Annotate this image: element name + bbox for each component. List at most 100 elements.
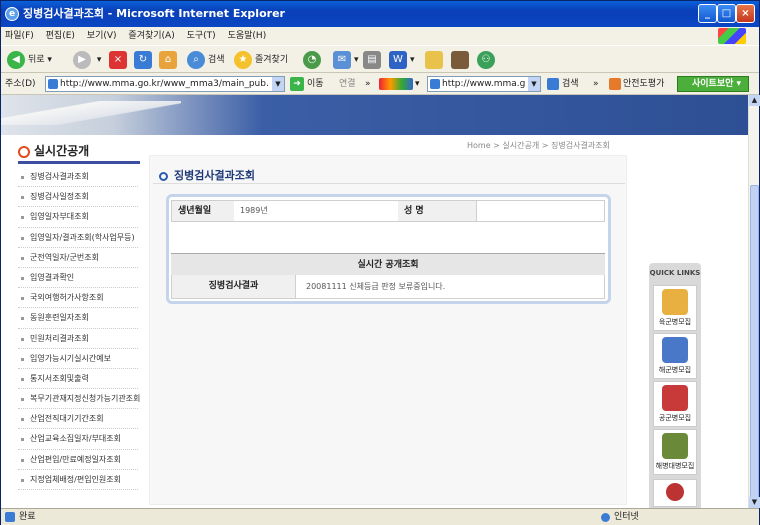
- scroll-thumb[interactable]: [750, 185, 759, 515]
- chevron-down-icon[interactable]: ▼: [528, 77, 540, 91]
- toolbar: ◀ 뒤로 ▾ ▶ ▾ × ↻ ⌂ ⌕ 검색 ★ 즐겨찾기 ◔ ✉ ▾ ▤ W ▾ ⚇: [1, 45, 759, 73]
- marines-mascot-icon: [662, 433, 688, 459]
- go-arrow-icon[interactable]: ➜: [290, 77, 304, 91]
- sidebar-item[interactable]: 민원처리결과조회: [18, 329, 138, 349]
- zone-text: 인터넷: [614, 512, 639, 522]
- sidebar-item[interactable]: 군전역일자/군번조회: [18, 248, 138, 268]
- quick-link-emblem[interactable]: [653, 479, 697, 507]
- airforce-mascot-icon: [662, 385, 688, 411]
- print-button[interactable]: ▤: [363, 50, 384, 70]
- word-icon: W: [389, 50, 407, 69]
- messenger-button[interactable]: ⚇: [477, 50, 498, 70]
- airplane-image: [1, 101, 181, 125]
- birth-value: 1989년: [240, 206, 268, 215]
- birth-label: 생년월일: [172, 201, 234, 221]
- star-icon: ★: [234, 50, 252, 69]
- menu-bar: 파일(F) 편집(E) 보기(V) 즐겨찾기(A) 도구(T) 도움말(H): [1, 27, 759, 45]
- menu-favorites[interactable]: 즐겨찾기(A): [128, 31, 174, 41]
- sidebar-item[interactable]: 징병검사일정조회: [18, 187, 138, 208]
- sidebar-item[interactable]: 산업교육소집일자/부대조회: [18, 429, 138, 450]
- address-input[interactable]: http://www.mma.go.kr/www_mma3/main_pub. ▼: [45, 76, 285, 92]
- print-icon: ▤: [363, 50, 381, 69]
- mail-button[interactable]: ✉ ▾: [333, 50, 359, 70]
- sidebar-item[interactable]: 지정업체배정/편입인원조회: [18, 470, 138, 490]
- menu-help[interactable]: 도움말(H): [228, 31, 267, 41]
- refresh-icon: ↻: [134, 50, 152, 69]
- globe-icon: [601, 513, 610, 522]
- second-address-input[interactable]: http://www.mma.g ▼: [427, 76, 541, 92]
- toolbar-dropdown-icon[interactable]: ▾: [415, 73, 420, 95]
- menu-tools[interactable]: 도구(T): [187, 31, 216, 41]
- close-button[interactable]: ×: [736, 4, 755, 23]
- forward-arrow-icon: ▶: [73, 50, 91, 69]
- sidebar-item[interactable]: 입영일자부대조회: [18, 207, 138, 228]
- quick-link-marines[interactable]: 해병대병모집: [653, 429, 697, 475]
- back-arrow-icon: ◀: [7, 50, 25, 69]
- quick-link-army[interactable]: 육군병모집: [653, 285, 697, 331]
- toolbar-search-button[interactable]: 검색: [562, 73, 579, 95]
- sidebar-item[interactable]: 입영결과확인: [18, 268, 138, 289]
- header-banner: [1, 95, 748, 135]
- toolbar-chevron[interactable]: »: [593, 73, 599, 95]
- refresh-button[interactable]: ↻: [134, 50, 155, 70]
- chevron-down-icon[interactable]: ▼: [272, 77, 284, 91]
- safety-rating-button[interactable]: 안전도평가: [623, 73, 664, 95]
- links-label[interactable]: 연결: [339, 73, 356, 95]
- browser-window: e 징병검사결과조회 - Microsoft Internet Explorer…: [0, 0, 760, 525]
- vertical-scrollbar[interactable]: ▲ ▼: [748, 95, 760, 515]
- menu-edit[interactable]: 편집(E): [46, 31, 75, 41]
- search-icon: ⌕: [187, 50, 205, 69]
- info-row: 생년월일 1989년 성 명: [171, 200, 605, 222]
- menu-file[interactable]: 파일(F): [5, 31, 34, 41]
- window-title: 징병검사결과조회 - Microsoft Internet Explorer: [23, 7, 285, 20]
- sidebar-item[interactable]: 입영일자/결과조회(학사업무등): [18, 228, 138, 248]
- go-button[interactable]: 이동: [307, 73, 324, 95]
- windows-logo-icon: [718, 28, 746, 44]
- address-label: 주소(D): [5, 79, 36, 89]
- sidebar-item[interactable]: 입영가능시기실시간예보: [18, 349, 138, 369]
- site-security-button[interactable]: 사이트보안 ▾: [677, 76, 749, 92]
- address-bar: 주소(D) http://www.mma.go.kr/www_mma3/main…: [1, 73, 759, 95]
- result-row: 징병검사결과 20081111 신체등급 판정 보류중입니다.: [171, 275, 605, 299]
- toolbar-logo-icon[interactable]: [379, 78, 413, 90]
- minimize-button[interactable]: _: [698, 4, 717, 23]
- sidebar-item[interactable]: 징병검사결과조회: [18, 167, 138, 188]
- status-text: 완료: [19, 512, 36, 522]
- research-button[interactable]: [451, 50, 472, 70]
- search-button[interactable]: ⌕ 검색: [187, 50, 225, 70]
- sidebar-item[interactable]: 통지서조회및출력: [18, 369, 138, 390]
- army-mascot-icon: [662, 289, 688, 315]
- links-chevron[interactable]: »: [365, 73, 371, 95]
- history-button[interactable]: ◔: [303, 50, 324, 70]
- messenger-icon: ⚇: [477, 50, 495, 69]
- back-button[interactable]: ◀ 뒤로 ▾: [7, 50, 52, 70]
- sidebar-item[interactable]: 동원훈련일자조회: [18, 308, 138, 329]
- search-icon[interactable]: [547, 78, 559, 90]
- book-icon: [451, 50, 469, 69]
- folder-button[interactable]: [425, 50, 446, 70]
- folder-icon: [425, 50, 443, 69]
- maximize-button[interactable]: □: [717, 4, 736, 23]
- forward-button[interactable]: ▶ ▾: [73, 50, 101, 70]
- history-icon: ◔: [303, 50, 321, 69]
- scroll-down-icon[interactable]: ▼: [749, 497, 760, 508]
- sidebar-item[interactable]: 산업편입/만료예정일자조회: [18, 450, 138, 470]
- sidebar-item[interactable]: 국외여행허가사항조회: [18, 288, 138, 309]
- page-title: 징병검사결과조회: [159, 167, 255, 183]
- sidebar-title: 실시간공개: [18, 142, 89, 159]
- breadcrumb[interactable]: Home > 실시간공개 > 징병검사결과조회: [467, 140, 610, 151]
- sidebar-item[interactable]: 산업전직대기기간조회: [18, 409, 138, 430]
- sidebar-menu: 징병검사결과조회 징병검사일정조회 입영일자부대조회 입영일자/결과조회(학사업…: [18, 167, 140, 490]
- result-label: 징병검사결과: [172, 275, 296, 298]
- home-button[interactable]: ⌂: [159, 50, 180, 70]
- quick-link-navy[interactable]: 해군병모집: [653, 333, 697, 379]
- sidebar-item[interactable]: 복무기관재지정신청가능기관조회: [18, 389, 140, 410]
- quick-link-airforce[interactable]: 공군병모집: [653, 381, 697, 427]
- menu-view[interactable]: 보기(V): [87, 31, 117, 41]
- stop-icon: ×: [109, 50, 127, 69]
- scroll-up-icon[interactable]: ▲: [749, 95, 760, 106]
- stop-button[interactable]: ×: [109, 50, 130, 70]
- favorites-button[interactable]: ★ 즐겨찾기: [234, 50, 288, 70]
- sidebar-divider: [18, 161, 140, 164]
- edit-button[interactable]: W ▾: [389, 50, 415, 70]
